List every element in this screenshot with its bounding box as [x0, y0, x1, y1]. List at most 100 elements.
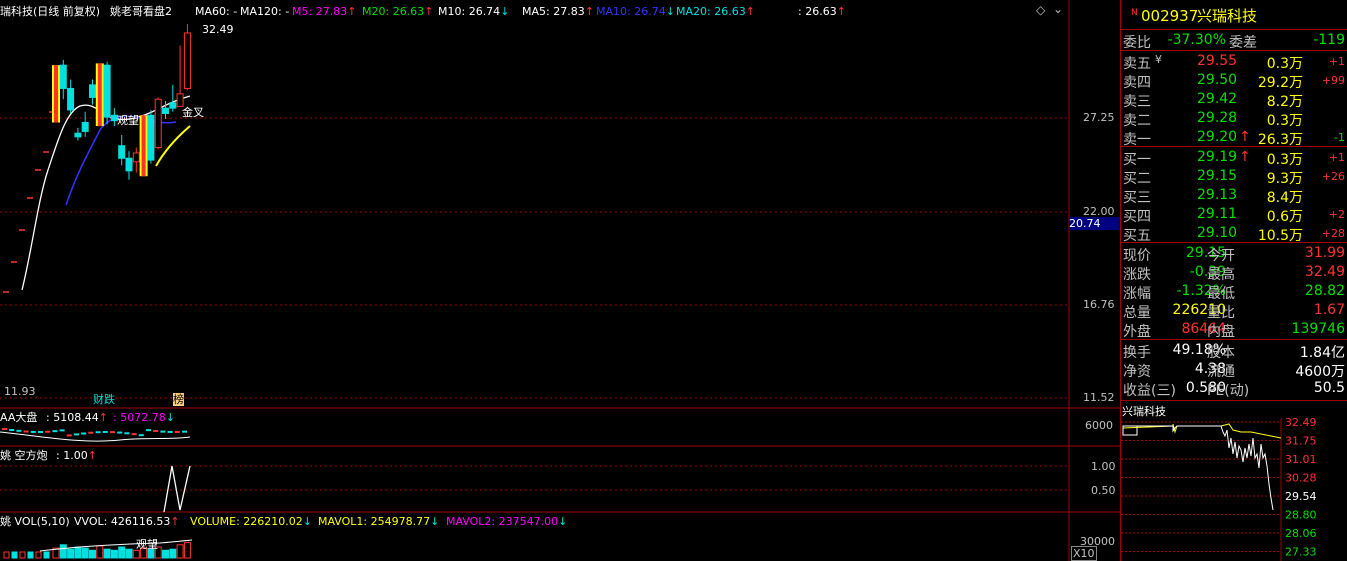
volume-bar[interactable] — [27, 551, 34, 559]
quote-l2: 内盘 — [1207, 324, 1235, 340]
kongfangpao-line — [163, 465, 191, 513]
candle[interactable] — [147, 109, 155, 164]
ma60-label: MA60: - — [195, 5, 238, 18]
high-label: 32.49 — [202, 23, 234, 36]
bid-price: 29.15 — [1197, 168, 1238, 184]
aa-bar — [23, 430, 29, 433]
diamond-icon[interactable]: ◇ — [1036, 4, 1045, 17]
candle[interactable] — [74, 127, 82, 141]
candle[interactable] — [132, 147, 140, 173]
volume-bar[interactable] — [176, 544, 184, 559]
ask-volume: 0.3万 — [1266, 113, 1303, 129]
mini-tick: 31.01 — [1285, 453, 1317, 466]
vol-label: 姚 VOL(5,10) — [0, 515, 70, 528]
aa-bar — [88, 431, 94, 434]
quote-row: 现价 29.15 今开 31.99 — [1121, 244, 1347, 264]
ask-row[interactable]: 卖四 29.50 29.2万 +99 — [1121, 71, 1347, 91]
aa-bar — [131, 433, 137, 436]
candle[interactable] — [89, 79, 96, 105]
volume-bar[interactable] — [110, 549, 118, 559]
volume-bar[interactable] — [35, 551, 42, 559]
volume-bars[interactable] — [3, 542, 191, 559]
ask-row[interactable]: 卖二 29.28 0.3万 — [1121, 109, 1347, 129]
volume-bar[interactable] — [96, 545, 104, 559]
volume-bar[interactable] — [59, 544, 67, 559]
aa-bar — [9, 428, 15, 431]
extra-arrow: ↑ — [836, 5, 846, 18]
m5-value: M5: 27.83↑ — [292, 5, 357, 18]
volume-bar[interactable] — [81, 547, 89, 559]
mini-title: 兴瑞科技 — [1122, 405, 1166, 418]
ask-price: 29.42 — [1197, 91, 1238, 107]
candles-group[interactable] — [52, 24, 191, 180]
candle[interactable] — [154, 97, 162, 150]
volume-bar[interactable] — [169, 548, 177, 559]
aa-bar — [74, 433, 79, 436]
candle[interactable] — [183, 24, 191, 91]
candle[interactable] — [176, 45, 184, 107]
volume-bar[interactable] — [132, 549, 140, 559]
volume-value: VOLUME: 226210.02↓ — [190, 515, 312, 528]
candle[interactable] — [139, 115, 148, 177]
volume-bar[interactable] — [118, 546, 126, 559]
volume-bar[interactable] — [19, 551, 26, 559]
volume-bar[interactable] — [103, 548, 111, 559]
candle[interactable] — [103, 61, 111, 125]
ma120-label: MA120: - — [240, 5, 290, 18]
stats-row: 换手 49.18% 股本 1.84亿 — [1121, 341, 1347, 361]
candle[interactable] — [67, 79, 75, 114]
indicator-name[interactable]: 姚老哥看盘2 — [110, 5, 172, 18]
aa-bar — [160, 430, 166, 433]
ask-label: 卖三 — [1123, 94, 1151, 110]
mavol1-arrow: ↓ — [430, 515, 440, 528]
candle[interactable] — [125, 151, 133, 180]
volume-bar[interactable] — [162, 549, 169, 559]
kf-label: 姚 空方炮 — [0, 449, 48, 462]
ask-price: 29.50 — [1197, 72, 1238, 88]
aa-bar — [146, 429, 151, 432]
volume-arrow: ↓ — [302, 515, 312, 528]
vol-guanwang: 观望 — [136, 538, 158, 551]
candle[interactable] — [81, 111, 89, 137]
candle[interactable] — [118, 135, 126, 166]
ma10-value: MA10: 26.74↓ — [596, 5, 675, 18]
quote-l2: 今开 — [1207, 248, 1235, 264]
bid-row[interactable]: 买二 29.15 9.3万 +26 — [1121, 167, 1347, 187]
volume-bar[interactable] — [67, 548, 75, 559]
volume-bar[interactable] — [74, 546, 82, 559]
aa-bar — [174, 430, 180, 433]
volume-bar[interactable] — [43, 551, 50, 559]
aa-bar — [124, 432, 130, 435]
ask-row[interactable]: 卖一 29.20 ↑ 26.3万 -1 — [1121, 128, 1347, 148]
candle[interactable] — [162, 100, 169, 119]
bid-row[interactable]: 买一 29.19 ↑ 0.3万 +1 — [1121, 148, 1347, 168]
volume-bar[interactable] — [125, 548, 133, 559]
ma20-value: MA20: 26.63↑ — [676, 5, 755, 18]
mini-intraday-chart[interactable]: 32.49 31.75 31.01 30.28 29.54 28.80 28.06 27.33 — [1121, 418, 1347, 561]
volume-bar[interactable] — [183, 542, 191, 559]
chevron-down-icon[interactable]: ⌄ — [1053, 3, 1063, 16]
volume-bar[interactable] — [3, 551, 10, 559]
bid-row[interactable]: 买四 29.11 0.6万 +2 — [1121, 205, 1347, 225]
stats-row: 净资 4.38 流通 4600万 — [1121, 360, 1347, 380]
bid-row[interactable]: 买三 29.13 8.4万 — [1121, 186, 1347, 206]
aa-bar — [182, 430, 187, 433]
volume-bar[interactable] — [89, 549, 96, 559]
ask-row[interactable]: 卖五 ¥29.55 0.3万 +1 — [1121, 52, 1347, 72]
bid-label: 买四 — [1123, 209, 1151, 225]
bid-row[interactable]: 买五 29.10 10.5万 +28 — [1121, 224, 1347, 244]
m10-value: M10: 26.74↓ — [438, 5, 510, 18]
kline-chart-area[interactable] — [0, 0, 1120, 561]
volume-bar[interactable] — [11, 551, 18, 559]
candle[interactable] — [169, 84, 177, 112]
ask-row[interactable]: 卖三 29.42 8.2万 — [1121, 90, 1347, 110]
candle[interactable] — [95, 63, 104, 127]
aa-v2-arrow: ↓ — [165, 411, 175, 424]
stock-name: 兴瑞科技 — [1197, 7, 1258, 25]
candle[interactable] — [52, 65, 60, 123]
aa-bar — [95, 431, 101, 434]
yen-icon: ¥ — [1155, 53, 1162, 66]
bid-price: 29.10 — [1197, 225, 1238, 241]
stats-l2: PE(动) — [1207, 383, 1250, 399]
candle[interactable] — [59, 59, 67, 100]
